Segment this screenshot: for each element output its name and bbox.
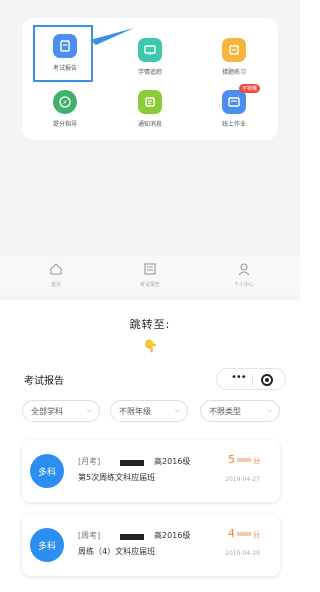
score-blur	[237, 532, 251, 536]
chevron-down-icon: ⌵	[266, 406, 272, 414]
compass-icon	[53, 90, 77, 114]
exam-grade: 高2016级	[154, 457, 191, 466]
home-icon	[50, 263, 62, 275]
exam-date: 2019-04-27	[225, 476, 260, 483]
grid-item-label: 通知消息	[137, 121, 162, 128]
score-value: 5	[228, 453, 235, 466]
report-card[interactable]: 多科 [月考] 高2016级 第5次周练文科应届班 5分 2019-04-27	[22, 440, 280, 502]
track-icon	[138, 38, 162, 62]
bottom-tab-bar: 首页 考试报告 个人中心	[0, 255, 300, 295]
tab-label: 首页	[50, 282, 61, 288]
tab-exam-report[interactable]: 考试报告	[120, 261, 180, 288]
grid-item-mistake-practice[interactable]: 错题练习	[204, 38, 264, 76]
pointer-arrow-icon	[90, 28, 134, 45]
exam-date: 2019-04-19	[225, 550, 260, 557]
score-unit: 分	[253, 531, 260, 539]
capsule-divider	[252, 374, 253, 386]
grid-item-label: 学情追踪	[137, 69, 162, 76]
tab-label: 考试报告	[139, 282, 160, 288]
filter-subject[interactable]: 全部学科 ⌵	[22, 400, 100, 422]
exam-type: [月考]	[78, 457, 101, 466]
page-title: 考试报告	[24, 376, 64, 387]
chevron-down-icon: ⌵	[174, 406, 180, 414]
highlight-frame	[33, 25, 93, 82]
close-target-icon[interactable]	[261, 374, 273, 386]
chevron-down-icon: ⌵	[86, 406, 92, 414]
exam-grade: 高2016级	[154, 531, 191, 540]
new-badge: 不错哦	[238, 84, 260, 93]
exam-score: 4分	[228, 527, 260, 540]
message-icon	[138, 90, 162, 114]
user-icon	[238, 263, 250, 276]
grid-item-label: 错题练习	[221, 69, 246, 76]
exam-name: 第5次周练文科应届班	[78, 473, 156, 482]
pointing-down-icon: 👇	[143, 339, 158, 353]
exam-type: [周考]	[78, 531, 101, 540]
filter-label: 全部学科	[31, 406, 63, 416]
filter-label: 不限年级	[119, 406, 151, 416]
app-preview: 考试报告 学情追踪 错题练习 提分指导 通知消息 不错哦 线上作业 首页 考试报…	[0, 0, 300, 300]
score-blur	[237, 458, 251, 462]
tab-home[interactable]: 首页	[26, 261, 86, 288]
report-tab-icon	[144, 263, 156, 275]
exam-score: 5分	[228, 453, 260, 466]
redacted-block	[120, 460, 144, 466]
filter-label: 不限类型	[209, 406, 241, 416]
filter-type[interactable]: 不限类型 ⌵	[200, 400, 280, 422]
subject-avatar: 多科	[30, 454, 64, 488]
grid-item-label: 线上作业	[221, 121, 246, 128]
report-card[interactable]: 多科 [周考] 高2016级 周练（4）文科应届班 4分 2019-04-19	[22, 514, 280, 576]
grid-item-online-homework[interactable]: 不错哦 线上作业	[204, 84, 264, 128]
score-value: 4	[228, 527, 235, 540]
mini-program-capsule: •••	[216, 368, 286, 390]
score-unit: 分	[253, 457, 260, 465]
redacted-block	[120, 534, 144, 540]
exam-name: 周练（4）文科应届班	[78, 547, 156, 556]
grid-item-score-guide[interactable]: 提分指导	[35, 90, 95, 128]
grid-item-label: 提分指导	[52, 121, 77, 128]
grid-item-notifications[interactable]: 通知消息	[120, 90, 180, 128]
jump-to-label: 跳转至:	[129, 318, 171, 331]
panel-header: 考试报告 •••	[12, 366, 288, 392]
practice-icon	[222, 38, 246, 62]
tab-profile[interactable]: 个人中心	[214, 261, 274, 288]
filter-bar: 全部学科 ⌵ 不限年级 ⌵ 不限类型 ⌵	[22, 400, 280, 422]
subject-avatar: 多科	[30, 528, 64, 562]
more-icon[interactable]: •••	[231, 372, 247, 383]
homework-icon: 不错哦	[222, 84, 260, 114]
tab-label: 个人中心	[233, 282, 254, 288]
filter-grade[interactable]: 不限年级 ⌵	[110, 400, 188, 422]
